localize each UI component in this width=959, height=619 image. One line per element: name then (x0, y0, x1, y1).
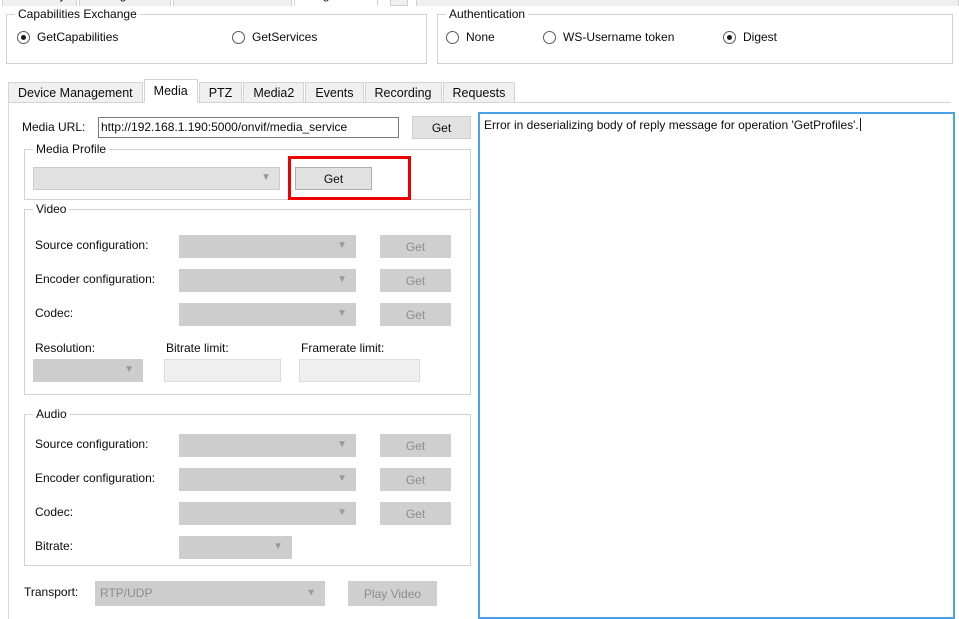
video-group: Video Source configuration: ▼ Get Encode… (24, 202, 471, 395)
chevron-down-icon: ▼ (337, 438, 347, 450)
audio-title: Audio (33, 407, 70, 421)
chevron-down-icon: ▼ (273, 540, 283, 552)
authentication-title: Authentication (446, 7, 529, 21)
media-url-input[interactable]: http://192.168.1.190:5000/onvif/media_se… (98, 117, 399, 138)
tab-requests[interactable]: Requests (442, 82, 516, 103)
radio-get-capabilities-label: GetCapabilities (37, 30, 119, 44)
spinner-icon: ↻ (389, 0, 408, 6)
response-log-text: Error in deserializing body of reply mes… (480, 114, 953, 136)
transport-value: RTP/UDP (100, 586, 153, 600)
audio-group: Audio Source configuration: ▼ Get Encode… (24, 407, 471, 566)
media-url-label: Media URL: (22, 120, 86, 134)
video-source-configuration-get-button[interactable]: Get (380, 235, 451, 258)
outer-tab-discovery[interactable]: Discovery (2, 0, 77, 6)
chevron-down-icon: ▼ (337, 307, 347, 319)
tab-recording[interactable]: Recording (364, 82, 442, 103)
outer-tab-strip-filler (415, 0, 959, 6)
chevron-down-icon: ▼ (337, 239, 347, 251)
tab-media2[interactable]: Media2 (243, 82, 305, 103)
tab-ptz[interactable]: PTZ (198, 82, 243, 103)
tab-events[interactable]: Events (305, 82, 364, 103)
video-bitrate-limit-input[interactable] (164, 359, 281, 382)
outer-tab-management[interactable]: Management (78, 0, 171, 6)
audio-codec-combobox[interactable]: ▼ (179, 502, 356, 525)
response-log-panel[interactable]: Error in deserializing body of reply mes… (478, 112, 955, 619)
radio-auth-digest[interactable]: Digest (723, 30, 777, 44)
main-tab-strip: Device Management Media PTZ Media2 Event… (8, 79, 516, 103)
audio-bitrate-label: Bitrate: (35, 539, 74, 553)
outer-tab-diagnostics[interactable]: Diagnostics (293, 0, 378, 6)
video-framerate-limit-input[interactable] (299, 359, 420, 382)
radio-button-icon (543, 30, 556, 44)
radio-button-icon (723, 30, 736, 44)
radio-get-capabilities[interactable]: GetCapabilities (17, 30, 118, 44)
audio-codec-label: Codec: (35, 505, 74, 519)
radio-auth-ws-username-token-label: WS-Username token (563, 30, 675, 44)
chevron-down-icon: ▼ (261, 171, 271, 183)
play-video-button[interactable]: Play Video (348, 581, 437, 606)
audio-bitrate-combobox[interactable]: ▼ (179, 536, 292, 559)
video-resolution-combobox[interactable]: ▼ (33, 359, 143, 382)
chevron-down-icon: ▼ (306, 586, 316, 598)
audio-encoder-configuration-combobox[interactable]: ▼ (179, 468, 356, 491)
tab-device-management[interactable]: Device Management (8, 82, 143, 103)
video-source-configuration-combobox[interactable]: ▼ (179, 235, 356, 258)
audio-encoder-configuration-get-button[interactable]: Get (380, 468, 451, 491)
radio-auth-digest-label: Digest (743, 30, 778, 44)
chevron-down-icon: ▼ (337, 273, 347, 285)
video-encoder-configuration-combobox[interactable]: ▼ (179, 269, 356, 292)
audio-source-configuration-get-button[interactable]: Get (380, 434, 451, 457)
video-codec-label: Codec: (35, 306, 74, 320)
audio-source-configuration-label: Source configuration: (35, 437, 149, 451)
video-encoder-configuration-label: Encoder configuration: (35, 272, 156, 286)
radio-auth-none[interactable]: None (446, 30, 495, 44)
radio-auth-none-label: None (466, 30, 495, 44)
radio-get-services[interactable]: GetServices (232, 30, 317, 44)
video-codec-combobox[interactable]: ▼ (179, 303, 356, 326)
video-encoder-configuration-get-button[interactable]: Get (380, 269, 451, 292)
video-title: Video (33, 202, 70, 216)
text-caret (859, 118, 861, 131)
onvif-device-manager-window: Discovery Management Conformance Test Di… (0, 0, 959, 619)
audio-source-configuration-combobox[interactable]: ▼ (179, 434, 356, 457)
transport-label: Transport: (24, 585, 79, 599)
video-framerate-limit-label: Framerate limit: (301, 341, 385, 355)
radio-button-icon (232, 30, 245, 44)
video-source-configuration-label: Source configuration: (35, 238, 149, 252)
radio-get-services-label: GetServices (252, 30, 318, 44)
radio-button-icon (446, 30, 459, 44)
media-profile-title: Media Profile (33, 142, 110, 156)
audio-encoder-configuration-label: Encoder configuration: (35, 471, 156, 485)
video-codec-get-button[interactable]: Get (380, 303, 451, 326)
media-url-get-button[interactable]: Get (412, 116, 471, 139)
chevron-down-icon: ▼ (337, 506, 347, 518)
video-bitrate-limit-label: Bitrate limit: (166, 341, 229, 355)
media-profile-group: Media Profile ▼ Get (24, 142, 471, 200)
audio-codec-get-button[interactable]: Get (380, 502, 451, 525)
chevron-down-icon: ▼ (124, 363, 134, 375)
capabilities-exchange-title: Capabilities Exchange (15, 7, 140, 21)
radio-button-icon (17, 30, 30, 44)
video-resolution-label: Resolution: (35, 341, 96, 355)
media-profile-get-button[interactable]: Get (295, 167, 372, 190)
transport-combobox[interactable]: RTP/UDP ▼ (95, 581, 325, 606)
capabilities-exchange-group: Capabilities Exchange GetCapabilities Ge… (6, 7, 427, 64)
radio-auth-ws-username-token[interactable]: WS-Username token (543, 30, 674, 44)
response-log-message: Error in deserializing body of reply mes… (484, 118, 859, 132)
outer-tab-conformance-test[interactable]: Conformance Test (172, 0, 292, 6)
authentication-group: Authentication None WS-Username token Di… (437, 7, 953, 64)
left-panel-edge (8, 103, 9, 619)
outer-tab-strip: Discovery Management Conformance Test Di… (0, 0, 959, 6)
tab-media[interactable]: Media (143, 79, 198, 103)
chevron-down-icon: ▼ (337, 472, 347, 484)
media-profile-combobox[interactable]: ▼ (33, 167, 280, 190)
